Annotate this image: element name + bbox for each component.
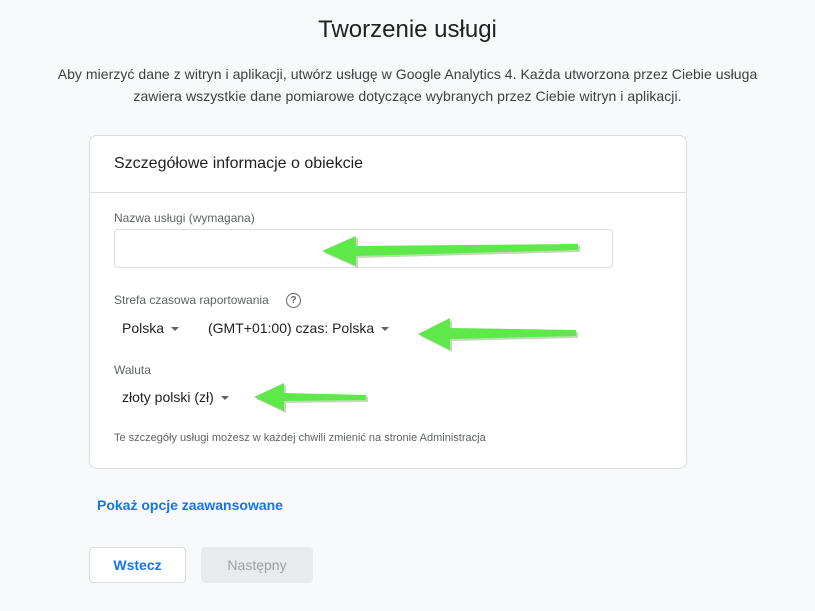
page-title: Tworzenie usługi — [318, 16, 497, 43]
currency-label: Waluta — [114, 363, 151, 377]
caret-down-icon — [220, 395, 229, 400]
caret-down-icon — [171, 326, 180, 331]
property-details-card: Szczegółowe informacje o obiekcie Nazwa … — [89, 135, 687, 469]
back-button[interactable]: Wstecz — [89, 547, 186, 583]
timezone-label: Strefa czasowa raportowania — [114, 293, 269, 307]
next-button[interactable]: Następny — [201, 547, 313, 583]
show-advanced-options-link[interactable]: Pokaż opcje zaawansowane — [97, 497, 283, 513]
timezone-country-value: Polska — [122, 320, 165, 336]
page-subtitle: Aby mierzyć dane z witryn i aplikacji, u… — [0, 63, 815, 107]
help-circle-icon[interactable]: ? — [286, 293, 301, 308]
caret-down-icon — [381, 326, 390, 331]
card-header: Szczegółowe informacje o obiekcie — [90, 136, 686, 193]
currency-value: złoty polski (zł) — [122, 389, 214, 405]
annotation-arrow-icon — [418, 318, 578, 352]
annotation-arrow-icon — [322, 236, 580, 268]
timezone-country-select[interactable]: Polska — [122, 320, 180, 336]
timezone-zone-value: (GMT+01:00) czas: Polska — [208, 320, 375, 336]
annotation-arrow-icon — [254, 383, 368, 413]
subtitle-line-1: Aby mierzyć dane z witryn i aplikacji, u… — [57, 66, 758, 82]
subtitle-line-2: zawiera wszystkie dane pomiarowe dotyczą… — [133, 88, 682, 104]
settings-hint: Te szczegóły usługi możesz w każdej chwi… — [114, 432, 486, 444]
card-title: Szczegółowe informacje o obiekcie — [114, 155, 364, 172]
currency-select[interactable]: złoty polski (zł) — [122, 389, 229, 405]
timezone-zone-select[interactable]: (GMT+01:00) czas: Polska — [208, 320, 390, 336]
property-name-label: Nazwa usługi (wymagana) — [114, 211, 255, 225]
